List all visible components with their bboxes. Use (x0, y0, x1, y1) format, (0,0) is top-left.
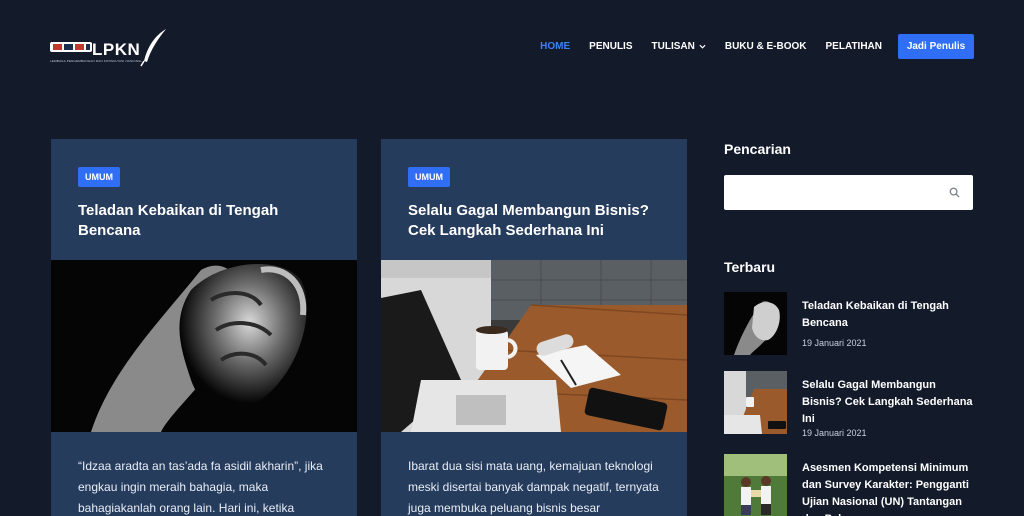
holding-hands-photo[interactable] (51, 260, 357, 432)
site-logo[interactable]: LPKN LEMBAGA PENGEMBANGAN DAN KONSULTASI… (50, 27, 172, 67)
recent-post-title[interactable]: Asesmen Kompetensi Minimum dan Survey Ka… (802, 460, 974, 516)
logo-emblem-icon (50, 42, 92, 52)
post-excerpt: “Idzaa aradta an tas’ada fa asidil akhar… (78, 459, 323, 515)
nav-tulisan-label: TULISAN (651, 41, 695, 52)
recent-post-title[interactable]: Selalu Gagal Membangun Bisnis? Cek Langk… (802, 377, 974, 428)
laptop-desk-photo[interactable] (381, 260, 687, 432)
logo-wordmark: LPKN (92, 40, 141, 59)
recent-post-title[interactable]: Teladan Kebaikan di Tengah Bencana (802, 298, 974, 332)
search-icon[interactable] (949, 187, 960, 198)
recent-post-date: 19 Januari 2021 (802, 338, 867, 348)
holding-hands-thumbnail[interactable] (724, 292, 787, 355)
jadi-penulis-button[interactable]: Jadi Penulis (898, 34, 974, 59)
main-navigation: HOME PENULIS TULISAN BUKU & E-BOOK PELAT… (521, 34, 974, 59)
post-card: UMUM Selalu Gagal Membangun Bisnis? Cek … (381, 139, 687, 516)
post-title[interactable]: Selalu Gagal Membangun Bisnis? Cek Langk… (408, 201, 658, 241)
category-badge[interactable]: UMUM (408, 167, 450, 187)
chevron-down-icon (699, 44, 706, 49)
nav-tulisan[interactable]: TULISAN (652, 41, 706, 52)
nav-home[interactable]: HOME (540, 41, 570, 52)
recent-widget-title: Terbaru (724, 259, 776, 275)
logo-tagline: LEMBAGA PENGEMBANGAN DAN KONSULTASI NASI… (50, 59, 143, 63)
search-box (724, 175, 973, 210)
nav-penulis[interactable]: PENULIS (589, 41, 632, 52)
post-excerpt: Ibarat dua sisi mata uang, kemajuan tekn… (408, 459, 659, 515)
quill-icon (140, 29, 166, 67)
recent-post-item[interactable]: Selalu Gagal Membangun Bisnis? Cek Langk… (724, 371, 974, 438)
recent-post-item[interactable]: Asesmen Kompetensi Minimum dan Survey Ka… (724, 454, 974, 516)
laptop-desk-thumbnail[interactable] (724, 371, 787, 434)
post-title[interactable]: Teladan Kebaikan di Tengah Bencana (78, 201, 328, 241)
students-reading-thumbnail[interactable] (724, 454, 787, 516)
search-widget-title: Pencarian (724, 141, 791, 157)
category-badge[interactable]: UMUM (78, 167, 120, 187)
search-input[interactable] (724, 175, 934, 210)
nav-pelatihan[interactable]: PELATIHAN (826, 41, 882, 52)
nav-buku-ebook[interactable]: BUKU & E-BOOK (725, 41, 807, 52)
recent-post-date: 19 Januari 2021 (802, 428, 867, 438)
post-card: UMUM Teladan Kebaikan di Tengah Bencana … (51, 139, 357, 516)
recent-post-item[interactable]: Teladan Kebaikan di Tengah Bencana 19 Ja… (724, 292, 974, 356)
